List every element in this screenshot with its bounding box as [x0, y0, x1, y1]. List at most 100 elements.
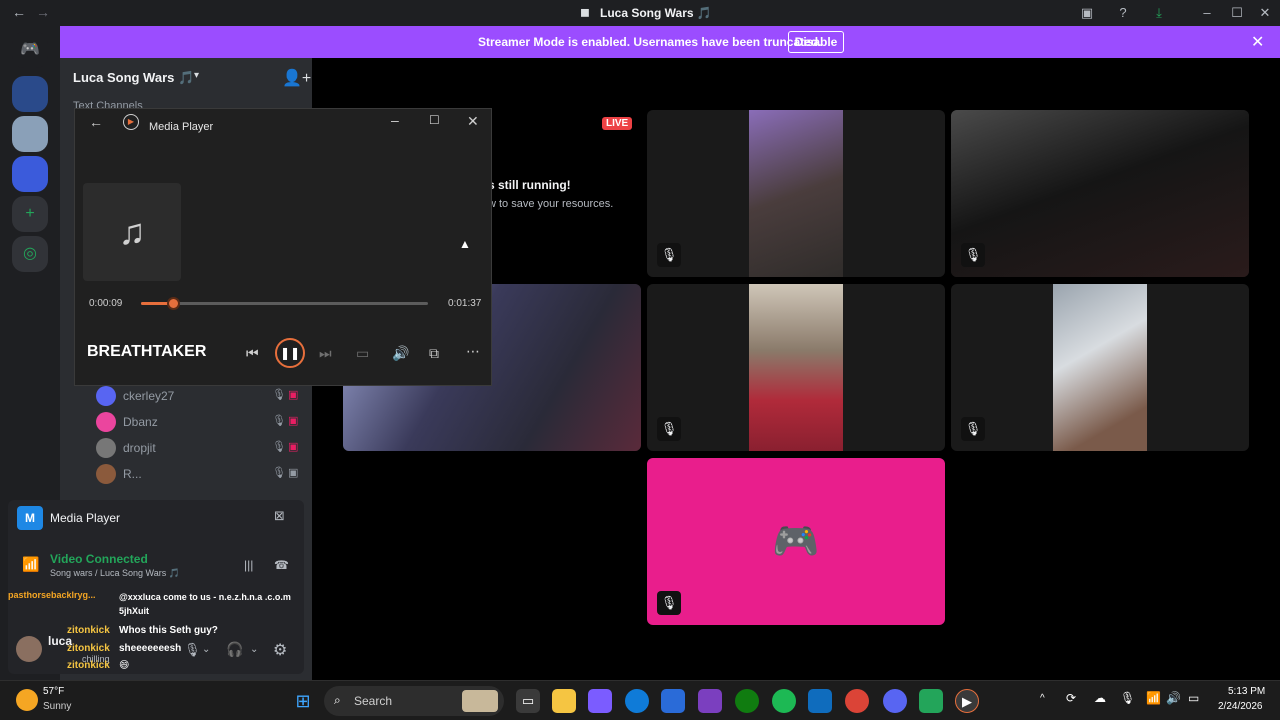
seek-bar[interactable]: [141, 302, 428, 305]
mouse-cursor-icon: ▲: [459, 237, 471, 251]
avatar: [96, 438, 116, 458]
chat-user: zitonkick: [67, 660, 110, 671]
live-badge: LIVE: [602, 117, 633, 130]
member-name: dropjit: [123, 441, 156, 455]
video-tile[interactable]: 🎮 🎙: [647, 458, 945, 625]
avatar: [96, 412, 116, 432]
help-icon[interactable]: ?: [1114, 4, 1132, 22]
xbox-icon[interactable]: [735, 689, 759, 713]
member-row[interactable]: Dbanz 🎙 ▣: [96, 410, 310, 434]
server-icon-3[interactable]: [12, 156, 48, 192]
minimize-icon[interactable]: –: [391, 112, 399, 128]
chat-user: pasthorsebacklryg...: [8, 590, 96, 600]
pause-button[interactable]: ❚❚: [275, 338, 305, 368]
store-icon[interactable]: [661, 689, 685, 713]
chevron-down-icon[interactable]: ▾: [194, 70, 199, 81]
server-name[interactable]: Luca Song Wars 🎵: [73, 70, 194, 86]
banner-text: Streamer Mode is enabled. Usernames have…: [478, 35, 822, 49]
weather-condition[interactable]: Sunny: [43, 701, 71, 712]
task-view-icon[interactable]: ▭: [516, 689, 540, 713]
stop-sharing-icon[interactable]: ⊠: [274, 508, 285, 524]
weather-temp[interactable]: 57°F: [43, 686, 64, 697]
server-icon-1[interactable]: [12, 76, 48, 112]
member-row[interactable]: R... 🎙 ▣: [96, 462, 310, 486]
close-icon[interactable]: ✕: [1256, 4, 1274, 22]
spotify-icon[interactable]: [772, 689, 796, 713]
mic-muted-icon: 🎙: [272, 389, 286, 401]
mic-muted-icon: 🎙: [657, 591, 681, 615]
start-icon[interactable]: ⊞: [291, 689, 315, 713]
cloud-icon[interactable]: ☁: [1094, 691, 1106, 705]
add-user-icon[interactable]: 👤+: [282, 68, 311, 88]
clock-time[interactable]: 5:13 PM: [1228, 686, 1265, 697]
previous-icon[interactable]: ⏮: [246, 345, 259, 362]
clock-date[interactable]: 2/24/2026: [1218, 701, 1263, 712]
mic-muted-icon: 🎙: [657, 417, 681, 441]
back-arrow-icon[interactable]: ←: [89, 114, 103, 130]
member-name: R...: [123, 467, 142, 481]
weather-icon[interactable]: [16, 689, 38, 711]
volume-icon[interactable]: 🔊: [392, 345, 409, 362]
close-icon[interactable]: ✕: [467, 113, 479, 130]
video-tile[interactable]: 🎙: [951, 110, 1249, 277]
video-tile[interactable]: 🎙: [647, 284, 945, 451]
back-arrow-icon[interactable]: ←: [12, 4, 26, 20]
seek-handle[interactable]: [167, 297, 180, 310]
edge-icon[interactable]: [625, 689, 649, 713]
file-explorer-icon[interactable]: [552, 689, 576, 713]
channel-icon: ◼: [580, 5, 590, 19]
voice-status[interactable]: Video Connected: [50, 552, 148, 566]
window-title-bar: ← → ◼ Luca Song Wars 🎵 ▣ ? ⤓ – ☐ ✕: [0, 0, 1280, 26]
media-player-taskbar-icon[interactable]: ▶: [955, 689, 979, 713]
maximize-icon[interactable]: ☐: [1228, 4, 1246, 22]
server-icon-2[interactable]: [12, 116, 48, 152]
next-icon[interactable]: ⏭: [319, 345, 332, 362]
window-title: Luca Song Wars 🎵: [600, 6, 712, 20]
settings-icon[interactable]: ⚙: [273, 640, 287, 660]
minimize-icon[interactable]: –: [1198, 4, 1216, 22]
member-row[interactable]: ckerley27 🎙 ▣: [96, 384, 310, 408]
search-box[interactable]: ⌕ Search: [324, 686, 504, 716]
battery-icon[interactable]: ▭: [1188, 691, 1199, 705]
volume-icon[interactable]: 🔊: [1166, 691, 1181, 705]
close-icon[interactable]: ✕: [1251, 32, 1264, 52]
captions-icon[interactable]: ▭: [356, 345, 369, 362]
voice-panel: 📶 Video Connected Song wars / Luca Song …: [8, 536, 304, 632]
app-icon[interactable]: [698, 689, 722, 713]
noise-suppression-icon[interactable]: |||: [244, 558, 253, 572]
disconnect-icon[interactable]: ☎: [274, 558, 289, 572]
explore-icon[interactable]: ◎: [12, 236, 48, 272]
mic-icon[interactable]: 🎙: [184, 642, 201, 658]
download-icon[interactable]: ⤓: [1150, 4, 1168, 22]
camera-icon: ▣: [288, 389, 299, 401]
video-tile[interactable]: 🎙: [951, 284, 1249, 451]
more-options-icon[interactable]: ⋯: [466, 343, 480, 360]
app-icon[interactable]: [919, 689, 943, 713]
sync-icon[interactable]: ⟳: [1066, 691, 1076, 705]
mic-muted-icon: 🎙: [272, 467, 286, 479]
video-feed: [749, 284, 843, 451]
signal-icon: 📶: [22, 556, 40, 572]
chevron-up-icon[interactable]: ^: [1040, 693, 1045, 704]
voice-channel[interactable]: Song wars / Luca Song Wars 🎵: [50, 568, 180, 579]
avatar[interactable]: [16, 636, 42, 662]
discord-icon[interactable]: [883, 689, 907, 713]
video-tile[interactable]: 🎙: [647, 110, 945, 277]
discord-home-icon[interactable]: 🎮: [12, 32, 48, 68]
headphones-icon[interactable]: 🎧: [226, 641, 243, 658]
add-server-icon[interactable]: +: [12, 196, 48, 232]
streamer-mode-banner: Streamer Mode is enabled. Usernames have…: [60, 26, 1280, 58]
miniplayer-icon[interactable]: ⧉: [429, 345, 439, 362]
disable-button[interactable]: Disable: [788, 31, 844, 53]
member-row[interactable]: dropjit 🎙 ▣: [96, 436, 310, 460]
chrome-icon[interactable]: [845, 689, 869, 713]
copilot-icon[interactable]: [588, 689, 612, 713]
mic-icon[interactable]: 🎙: [1120, 691, 1135, 705]
maximize-icon[interactable]: ☐: [429, 113, 440, 127]
outlook-icon[interactable]: [808, 689, 832, 713]
forward-arrow-icon[interactable]: →: [36, 4, 50, 20]
inbox-icon[interactable]: ▣: [1078, 4, 1096, 22]
chevron-down-icon[interactable]: ⌄: [202, 644, 210, 655]
chevron-down-icon[interactable]: ⌄: [250, 644, 258, 655]
wifi-icon[interactable]: 📶: [1146, 691, 1161, 705]
